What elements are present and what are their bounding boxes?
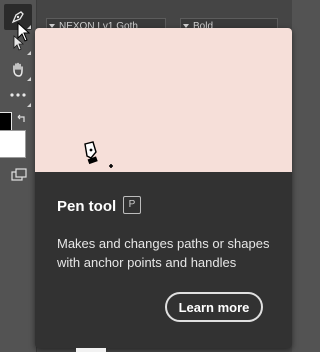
hand-icon [13, 62, 23, 77]
shortcut-key-badge: P [123, 196, 141, 214]
background-color-swatch[interactable] [0, 130, 26, 158]
tools-panel [0, 0, 37, 352]
more-tools-icon [10, 93, 26, 97]
more-tools-button[interactable] [4, 82, 32, 108]
photoshop-workspace: NEXON Lv1 Goth Bold Pen tool P Makes and… [0, 0, 292, 352]
pen-cursor-icon [84, 141, 113, 168]
learn-more-button[interactable]: Learn more [165, 292, 263, 322]
rich-tooltip: Pen tool P Makes and changes paths or sh… [35, 28, 292, 348]
tool-preview-area [35, 28, 292, 172]
tool-group-indicator [27, 77, 31, 81]
tooltip-title: Pen tool [57, 198, 117, 215]
canvas-edge [76, 348, 106, 352]
tooltip-description: Makes and changes paths or shapes with a… [57, 236, 270, 270]
swap-colors-icon[interactable] [17, 114, 27, 124]
screen-mode-icon[interactable] [11, 168, 27, 182]
tool-group-indicator [27, 103, 31, 107]
hand-tool-button[interactable] [4, 56, 32, 82]
mouse-cursor-icon [17, 22, 31, 42]
tool-group-indicator [27, 51, 31, 55]
